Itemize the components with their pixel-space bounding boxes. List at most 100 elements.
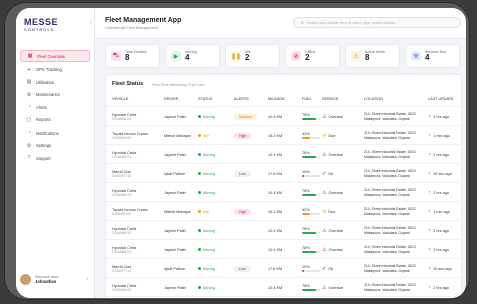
table-row[interactable]: Toyota Innova Crysta GJ06AN1910 Mitesh Mah… [106, 201, 461, 221]
chart-icon: ▤ [26, 79, 32, 85]
vehicle-plate: GJ06AP7715 [112, 268, 131, 273]
collapse-icon[interactable]: ‹ [90, 20, 92, 26]
last-update-text: 2 hrs ago [433, 114, 450, 119]
service-text: Overdue [328, 190, 344, 195]
sidebar-item-utilisation[interactable]: ▤ Utilisation [20, 77, 90, 87]
service-icon: ◷ [322, 132, 327, 139]
service-text: Overdue [328, 285, 344, 290]
summary-card-moving[interactable]: ▶ Moving 4 [165, 44, 220, 68]
service-status: ⚠ Overdue [322, 228, 343, 234]
column-header-service[interactable]: Service [322, 97, 339, 101]
fuel-gauge: 78% [302, 227, 320, 234]
table-row[interactable]: Hyundai Creta GJ06AM6101 Jayesh Patel Movin… [106, 220, 461, 240]
sidebar-item-settings[interactable]: ⚙ Settings [20, 141, 90, 151]
help-icon: ? [27, 155, 31, 161]
table-row[interactable]: Toyota Innova Crysta GJ06AN1910 Mitesh Mah… [106, 125, 461, 145]
user-profile[interactable]: Welcome back Johnathan › [20, 270, 88, 288]
sidebar-item-label: Support [36, 155, 51, 161]
sidebar-item-reports[interactable]: ▢ Reports [20, 115, 90, 125]
sidebar-item-gps-tracking[interactable]: ⌖ GPS Tracking [20, 65, 90, 75]
location-text: 214, Shree Industrial Estate, GIDC Makar… [364, 150, 417, 159]
alert-badge: High [234, 132, 252, 139]
table-row[interactable]: Maruti CiazGJ06AP7715Iqbal PathanMovingL… [106, 296, 461, 298]
column-header-status[interactable]: Status [198, 97, 212, 101]
table-row[interactable]: Maruti CiazGJ06AP7715Iqbal PathanMovingL… [106, 163, 461, 183]
table-row[interactable]: Maruti CiazGJ06AP7715Iqbal PathanMovingL… [106, 258, 461, 278]
column-header-fuel[interactable]: Fuel [302, 97, 312, 101]
mileage: 17.6 KM [268, 266, 283, 271]
table-row[interactable]: Hyundai Creta GJ06AM6101 Jayesh Patel Movin… [106, 144, 461, 164]
page-subtitle: Commercial Fleet Management [105, 26, 158, 30]
vehicle-plate: GJ06AN1910 [112, 135, 132, 140]
table-row[interactable]: Hyundai Creta GJ06AM6101 Jayesh Patel Movin… [106, 277, 461, 297]
last-update-text: 20 sec ago [433, 266, 452, 271]
service-status: ⚠ Overdue [322, 285, 343, 291]
search-icon: ⌕ [301, 19, 304, 26]
sidebar-item-label: Reports [36, 117, 51, 122]
service-status: ✔ Ok [322, 266, 333, 272]
fuel-gauge: 42% [302, 132, 320, 139]
sidebar-item-label: Alerts [36, 104, 47, 110]
signal-icon: ⇡ [428, 210, 432, 214]
fuel-bar-fill [302, 175, 304, 177]
column-header-driver[interactable]: Driver [164, 97, 178, 101]
last-update-text: 2 hrs ago [433, 152, 450, 157]
service-status: ◷ Due [322, 133, 335, 139]
chevron-right-icon[interactable]: › [86, 276, 88, 282]
column-header-alerts[interactable]: Alerts [234, 97, 249, 101]
panel-subtitle: Real-Time Monitoring Of All Cars [152, 82, 205, 87]
summary-card-services-due[interactable]: ⚒ Services Due 4 [405, 44, 460, 68]
vehicle-name: Toyota Innova Crysta [112, 207, 148, 212]
signal-icon: ⇡ [428, 267, 432, 271]
last-update-text: 2 hrs ago [433, 247, 450, 252]
fuel-bar [302, 118, 320, 120]
status-indicator: Moving [198, 267, 215, 271]
pin-icon: ⌖ [27, 66, 31, 73]
search-input[interactable]: ⌕ Search your vehicle here by name, type… [293, 17, 461, 28]
fuel-bar-fill [302, 137, 310, 139]
table-row[interactable]: Hyundai Creta GJ06AM6101 Jayesh Patel Movin… [106, 106, 461, 126]
table-row[interactable]: Hyundai Creta GJ06AM6101 Jayesh Patel Movin… [106, 182, 461, 202]
summary-card-active-alerts[interactable]: ⚠ Active Alerts 8 [345, 44, 400, 68]
vehicle-name: Hyundai Creta [112, 112, 137, 117]
sidebar-item-notifications[interactable]: ◔ Notifications [20, 128, 90, 138]
fuel-gauge: 10% [302, 170, 320, 177]
sidebar-item-alerts[interactable]: ◔ Alerts [20, 102, 90, 112]
fuel-gauge: 78% [302, 189, 320, 196]
card-value: 4 [185, 53, 190, 62]
alert-badge: Low [234, 170, 251, 177]
vehicle-plate: GJ06AM6101 [112, 287, 132, 292]
fuel-percent: 78% [302, 151, 310, 155]
signal-icon: ⇡ [428, 191, 432, 195]
summary-card-idle[interactable]: ❚❚ Idle 2 [225, 44, 280, 68]
service-icon: ⚠ [322, 189, 327, 196]
summary-card-total-vehicles[interactable]: ⛍ Total Vehicles 8 [105, 44, 160, 68]
column-header-last-update[interactable]: Last Update [428, 97, 454, 101]
mileage: 10.4 KM [268, 114, 283, 119]
column-header-mileage[interactable]: Mileage [268, 97, 285, 101]
column-header-location[interactable]: Location [364, 97, 383, 101]
mileage: 15.2 KM [268, 133, 283, 138]
service-text: Due [328, 133, 336, 138]
status-dot [198, 267, 201, 270]
summary-card-offline[interactable]: ⊘ Offline 2 [285, 44, 340, 68]
sidebar-item-label: Notifications [36, 130, 59, 136]
fuel-percent: 78% [302, 246, 310, 250]
table-row[interactable]: Hyundai Creta GJ06AM6101 Jayesh Patel Movin… [106, 239, 461, 259]
location-text: 214, Shree Industrial Estate, GIDC Makar… [364, 131, 417, 140]
status-text: Moving [203, 228, 216, 233]
sidebar-item-support[interactable]: ? Support [20, 153, 90, 163]
service-text: Ok [328, 266, 334, 271]
sidebar-item-fleet-overview[interactable]: ▦ Fleet Overview [20, 50, 90, 62]
signal-icon: ⇡ [428, 286, 432, 290]
column-header-vehicle[interactable]: Vehicle [112, 97, 128, 101]
service-icon: ⚠ [322, 113, 327, 120]
status-indicator: Moving [198, 115, 215, 119]
mileage: 10.4 KM [268, 152, 283, 157]
driver-name: Mitesh Mahajan [164, 133, 191, 138]
location-text: 214, Shree Industrial Estate, GIDC Makar… [364, 264, 417, 273]
driver-name: Jayesh Patel [164, 247, 186, 252]
fuel-bar-fill [302, 289, 317, 291]
sidebar-item-maintenance[interactable]: ⚙ Maintenance [20, 90, 90, 100]
service-text: Overdue [328, 114, 344, 119]
